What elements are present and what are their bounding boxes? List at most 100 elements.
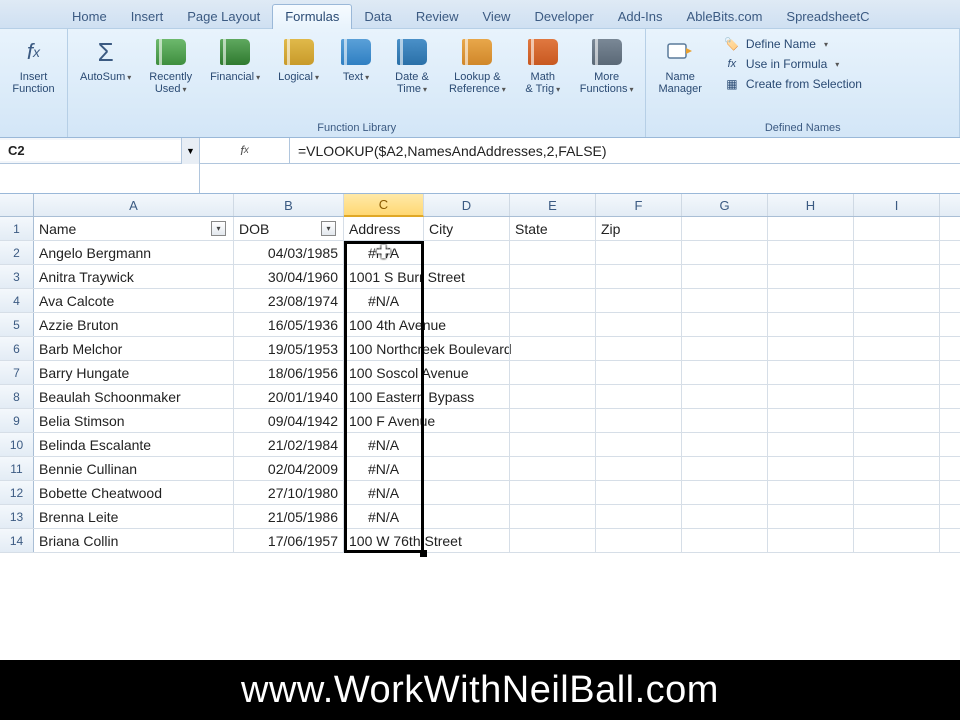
cell[interactable] bbox=[768, 265, 854, 288]
cell[interactable] bbox=[596, 289, 682, 312]
tab-review[interactable]: Review bbox=[404, 5, 471, 28]
filter-button[interactable]: ▾ bbox=[321, 221, 336, 236]
col-header-f[interactable]: F bbox=[596, 194, 682, 216]
row-header[interactable]: 4 bbox=[0, 289, 34, 312]
cell[interactable] bbox=[854, 385, 940, 408]
cell[interactable]: City bbox=[424, 217, 510, 240]
row-header[interactable]: 12 bbox=[0, 481, 34, 504]
cell[interactable] bbox=[510, 361, 596, 384]
cell[interactable]: Barry Hungate bbox=[34, 361, 234, 384]
row-header[interactable]: 9 bbox=[0, 409, 34, 432]
cell[interactable]: #N/A bbox=[344, 481, 424, 504]
cell[interactable] bbox=[682, 217, 768, 240]
tab-ablebits[interactable]: AbleBits.com bbox=[675, 5, 775, 28]
cell[interactable]: #N/A bbox=[344, 289, 424, 312]
cell[interactable]: 100 Northcreek Boulevard bbox=[344, 337, 424, 360]
row-header[interactable]: 3 bbox=[0, 265, 34, 288]
cell[interactable] bbox=[596, 409, 682, 432]
cell[interactable] bbox=[854, 289, 940, 312]
cell[interactable]: 21/02/1984 bbox=[234, 433, 344, 456]
cell[interactable]: Brenna Leite bbox=[34, 505, 234, 528]
cell[interactable] bbox=[854, 337, 940, 360]
col-header-h[interactable]: H bbox=[768, 194, 854, 216]
cell[interactable] bbox=[768, 505, 854, 528]
row-header[interactable]: 5 bbox=[0, 313, 34, 336]
cell[interactable]: #N/A bbox=[344, 457, 424, 480]
cell[interactable]: #N/A bbox=[344, 505, 424, 528]
cell[interactable] bbox=[768, 409, 854, 432]
cell[interactable]: 16/05/1936 bbox=[234, 313, 344, 336]
cell[interactable] bbox=[768, 241, 854, 264]
tab-page-layout[interactable]: Page Layout bbox=[175, 5, 272, 28]
cell[interactable]: Azzie Bruton bbox=[34, 313, 234, 336]
cell[interactable] bbox=[768, 457, 854, 480]
cell[interactable]: 100 W 76th Street bbox=[344, 529, 424, 552]
cell[interactable] bbox=[682, 481, 768, 504]
math-trig-button[interactable]: Math & Trig▾ bbox=[520, 33, 566, 97]
tab-formulas[interactable]: Formulas bbox=[272, 4, 352, 29]
row-header[interactable]: 1 bbox=[0, 217, 34, 240]
cell[interactable] bbox=[854, 265, 940, 288]
cell[interactable] bbox=[510, 433, 596, 456]
cell[interactable]: 09/04/1942 bbox=[234, 409, 344, 432]
cell[interactable] bbox=[596, 241, 682, 264]
define-name-button[interactable]: 🏷️Define Name▾ bbox=[720, 35, 866, 53]
financial-button[interactable]: Financial▾ bbox=[206, 33, 264, 85]
cell[interactable] bbox=[596, 529, 682, 552]
name-box-dropdown[interactable]: ▼ bbox=[181, 138, 199, 164]
cell[interactable]: 18/06/1956 bbox=[234, 361, 344, 384]
cell[interactable]: Bennie Cullinan bbox=[34, 457, 234, 480]
cell[interactable] bbox=[596, 265, 682, 288]
row-header[interactable]: 7 bbox=[0, 361, 34, 384]
cell[interactable]: 100 Soscol Avenue bbox=[344, 361, 424, 384]
cell[interactable] bbox=[854, 241, 940, 264]
cell[interactable]: State bbox=[510, 217, 596, 240]
filter-button[interactable]: ▾ bbox=[211, 221, 226, 236]
cell[interactable] bbox=[424, 529, 510, 552]
cell[interactable] bbox=[768, 385, 854, 408]
cell[interactable]: 17/06/1957 bbox=[234, 529, 344, 552]
cell[interactable] bbox=[510, 481, 596, 504]
cell[interactable] bbox=[682, 265, 768, 288]
cell[interactable] bbox=[424, 433, 510, 456]
recently-used-button[interactable]: Recently Used▾ bbox=[145, 33, 196, 97]
cell[interactable] bbox=[682, 241, 768, 264]
cell[interactable] bbox=[682, 337, 768, 360]
cell[interactable] bbox=[682, 409, 768, 432]
cell[interactable] bbox=[854, 505, 940, 528]
cell[interactable] bbox=[682, 289, 768, 312]
name-box[interactable]: C2 bbox=[0, 140, 181, 161]
cell[interactable] bbox=[510, 265, 596, 288]
cell[interactable] bbox=[854, 361, 940, 384]
cell[interactable] bbox=[596, 385, 682, 408]
cell[interactable]: 23/08/1974 bbox=[234, 289, 344, 312]
cell[interactable] bbox=[424, 361, 510, 384]
col-header-c[interactable]: C bbox=[344, 194, 424, 217]
cell[interactable]: Zip bbox=[596, 217, 682, 240]
cell[interactable] bbox=[510, 313, 596, 336]
cell[interactable]: 30/04/1960 bbox=[234, 265, 344, 288]
cell[interactable] bbox=[424, 505, 510, 528]
cell[interactable] bbox=[424, 481, 510, 504]
cell[interactable]: Name▾ bbox=[34, 217, 234, 240]
select-all-corner[interactable] bbox=[0, 194, 34, 216]
tab-add-ins[interactable]: Add-Ins bbox=[606, 5, 675, 28]
tab-home[interactable]: Home bbox=[60, 5, 119, 28]
use-in-formula-button[interactable]: fxUse in Formula▾ bbox=[720, 55, 866, 73]
cell[interactable]: 02/04/2009 bbox=[234, 457, 344, 480]
cell[interactable] bbox=[768, 313, 854, 336]
cell[interactable] bbox=[854, 409, 940, 432]
row-header[interactable]: 11 bbox=[0, 457, 34, 480]
row-header[interactable]: 2 bbox=[0, 241, 34, 264]
row-header[interactable]: 8 bbox=[0, 385, 34, 408]
cell[interactable]: Briana Collin bbox=[34, 529, 234, 552]
cell[interactable] bbox=[854, 433, 940, 456]
col-header-b[interactable]: B bbox=[234, 194, 344, 216]
cell[interactable] bbox=[854, 481, 940, 504]
cell[interactable]: Belia Stimson bbox=[34, 409, 234, 432]
cell[interactable]: 21/05/1986 bbox=[234, 505, 344, 528]
cell[interactable] bbox=[424, 457, 510, 480]
insert-function-button[interactable]: fx Insert Function bbox=[8, 33, 58, 97]
cell[interactable]: Angelo Bergmann bbox=[34, 241, 234, 264]
col-header-d[interactable]: D bbox=[424, 194, 510, 216]
